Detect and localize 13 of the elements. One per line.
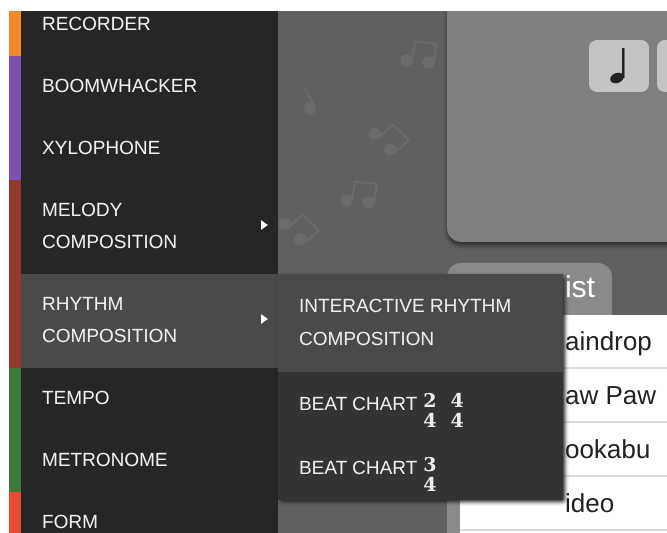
sidebar-item[interactable]: FORM: [9, 492, 278, 533]
sidebar-item[interactable]: MELODY COMPOSITION: [9, 180, 278, 274]
sidebar-item[interactable]: RHYTHM COMPOSITION: [9, 274, 278, 368]
sidebar-item[interactable]: BOOMWHACKER: [9, 56, 278, 118]
submenu-arrow-icon: [261, 314, 268, 324]
submenu-item[interactable]: BEAT CHART 2 4 4 4: [278, 372, 563, 436]
sidebar-item[interactable]: XYLOPHONE: [9, 118, 278, 180]
sidebar-item[interactable]: TEMPO: [9, 368, 278, 430]
submenu-arrow-icon: [261, 220, 268, 230]
sidebar-item[interactable]: METRONOME: [9, 430, 278, 492]
sidebar-item[interactable]: RECORDER: [9, 11, 278, 56]
note-button[interactable]: [589, 40, 649, 92]
submenu-item[interactable]: INTERACTIVE RHYTHM COMPOSITION: [278, 274, 563, 372]
